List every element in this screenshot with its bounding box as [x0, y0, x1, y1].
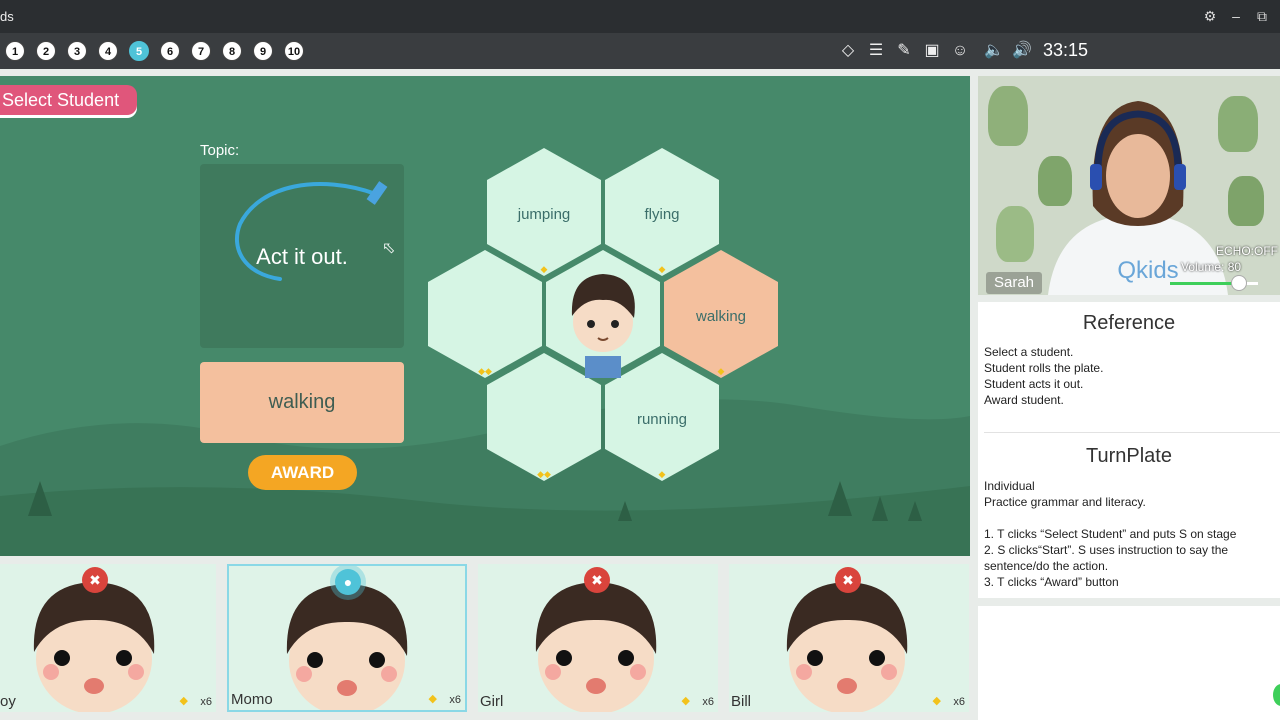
restore-icon[interactable]: ⧉ [1253, 7, 1271, 25]
turnplate-line: Individual [984, 479, 1035, 493]
hex-left[interactable] [428, 250, 542, 378]
lesson-stage: Select Student Topic: Act it out. ⬁ walk… [0, 76, 970, 556]
svg-text:◆: ◆ [541, 264, 548, 274]
pen-icon[interactable]: ✎ [894, 41, 914, 61]
volume-up-icon[interactable]: 🔊 [1012, 41, 1032, 61]
hex-label-running: running [636, 411, 688, 428]
svg-text:◆: ◆ [659, 264, 666, 274]
hex-label-flying: flying [644, 206, 680, 223]
gem-count: x6 [702, 696, 714, 708]
students-row: ✖ oy ◆ x6 ● Momo ◆ x6 ✖ Girl ◆ x6 ✖ Bill… [0, 564, 970, 714]
class-timer: 33:15 [1043, 40, 1089, 60]
turnplate-title: TurnPlate [1086, 445, 1172, 467]
hex-label-jumping: jumping [517, 206, 571, 223]
muted-mic-icon[interactable]: ✖ [584, 567, 610, 593]
muted-mic-icon[interactable]: ✖ [835, 567, 861, 593]
turnplate-step: 2. S clicks“Start”. S uses instruction t… [984, 543, 1229, 573]
echo-status: ECHO:OFF [1216, 244, 1278, 258]
svg-text:◆◆: ◆◆ [537, 469, 551, 479]
notes-icon[interactable]: ☰ [866, 41, 886, 61]
window-title: ds [0, 9, 14, 24]
student-tile[interactable]: ✖ oy ◆ x6 [0, 564, 216, 712]
reference-panel: Reference Select a student. Student roll… [978, 302, 1280, 598]
teacher-name: Sarah [986, 272, 1043, 294]
svg-text:◆: ◆ [718, 366, 725, 376]
turnplate-instructions: Individual Practice grammar and literacy… [984, 478, 1276, 590]
student-name: Momo [231, 691, 273, 708]
muted-mic-icon[interactable]: ✖ [82, 567, 108, 593]
gem-icon: ◆ [681, 695, 690, 707]
step-9-button[interactable]: 9 [253, 41, 273, 61]
svg-text:◆: ◆ [659, 469, 666, 479]
teacher-video: Qkids ECHO:OFF Volume: 80 Sarah [978, 76, 1280, 295]
student-tile[interactable]: ✖ Girl ◆ x6 [478, 564, 718, 712]
hex-bottom-left[interactable] [487, 353, 601, 481]
reference-line: Student acts it out. [984, 377, 1084, 391]
focus-icon[interactable]: ▣ [922, 41, 942, 61]
volume-down-icon[interactable]: 🔈 [984, 41, 1004, 61]
title-bar: ds ⚙ – ⧉ [0, 0, 1280, 33]
step-navigator: 1 2 3 4 5 6 7 8 9 10 [5, 41, 304, 61]
reference-steps: Select a student. Student rolls the plat… [984, 344, 1103, 408]
student-name: Bill [731, 693, 752, 710]
step-4-button[interactable]: 4 [98, 41, 118, 61]
gem-icon: ◆ [179, 695, 188, 707]
reference-line: Student rolls the plate. [984, 361, 1104, 375]
student-tile[interactable]: ● Momo ◆ x6 [227, 564, 467, 712]
volume-label: Volume: 80 [1181, 260, 1242, 274]
turnplate-line: Practice grammar and literacy. [984, 495, 1146, 509]
reference-title: Reference [1082, 312, 1176, 334]
tool-icons: ◇ ☰ ✎ ▣ ☺ 🔈 🔊 [838, 41, 1032, 61]
svg-text:◆◆: ◆◆ [478, 366, 492, 376]
step-6-button[interactable]: 6 [160, 41, 180, 61]
step-3-button[interactable]: 3 [67, 41, 87, 61]
reference-line: Award student. [984, 393, 1064, 407]
settings-gear-icon[interactable]: ⚙ [1201, 7, 1219, 25]
step-5-button[interactable]: 5 [129, 41, 149, 61]
step-7-button[interactable]: 7 [191, 41, 211, 61]
student-tile[interactable]: ✖ Bill ◆ x6 [729, 564, 969, 712]
step-1-button[interactable]: 1 [5, 41, 25, 61]
step-2-button[interactable]: 2 [36, 41, 56, 61]
student-name: oy [0, 693, 16, 710]
step-10-button[interactable]: 10 [284, 41, 304, 61]
step-8-button[interactable]: 8 [222, 41, 242, 61]
minimize-icon[interactable]: – [1227, 7, 1245, 25]
volume-knob[interactable] [1231, 275, 1247, 291]
hex-label-walking: walking [695, 308, 747, 325]
chat-panel [978, 606, 1280, 720]
gem-icon: ◆ [932, 695, 941, 707]
teacher-shirt-logo: Qkids [1117, 257, 1178, 284]
smiley-icon[interactable]: ☺ [950, 41, 970, 61]
turnplate-step: 3. T clicks “Award” button [984, 575, 1119, 589]
mic-on-icon[interactable]: ● [335, 569, 361, 595]
gem-count: x6 [449, 694, 461, 706]
gem-count: x6 [953, 696, 965, 708]
reference-line: Select a student. [984, 345, 1074, 359]
volume-fill [1170, 282, 1240, 285]
gem-icon: ◆ [428, 693, 437, 705]
turnplate-step: 1. T clicks “Select Student” and puts S … [984, 527, 1237, 541]
turnplate: ◆ ◆ ◆◆ ◆ ◆◆ ◆ [428, 148, 778, 481]
student-name: Girl [480, 693, 504, 710]
diamond-icon[interactable]: ◇ [838, 41, 858, 61]
gem-count: x6 [200, 696, 212, 708]
lesson-toolbar: 1 2 3 4 5 6 7 8 9 10 ◇ ☰ ✎ ▣ ☺ 🔈 🔊 33:15 [0, 33, 1280, 69]
student-avatar [33, 582, 155, 712]
divider [984, 432, 1280, 433]
